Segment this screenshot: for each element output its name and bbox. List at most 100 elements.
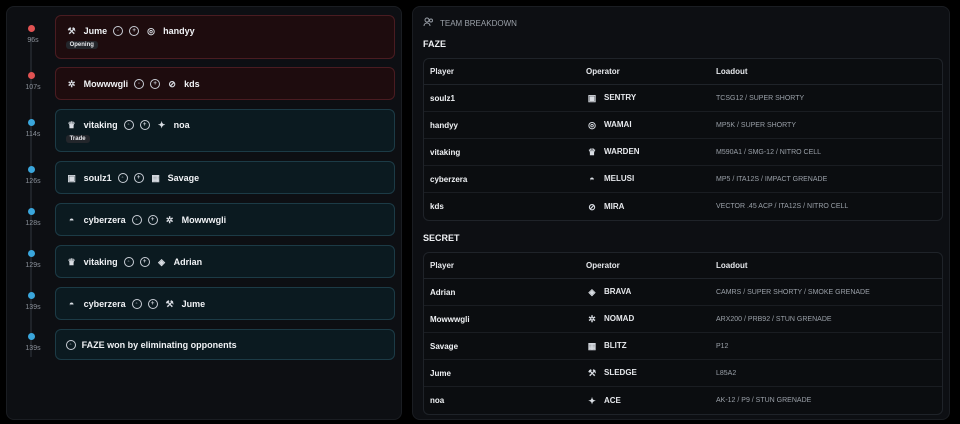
- kill-row: ⚒ Jume ◦ + ◎ handyy: [66, 25, 384, 37]
- timeline-event: 139s ◓ cyberzera ◦ + ⚒ Jume: [13, 287, 395, 320]
- operator-cell: ♛ WARDEN: [580, 139, 710, 166]
- killer-name: vitaking: [83, 119, 118, 130]
- column-header-loadout: Loadout: [710, 253, 942, 279]
- loadout-cell: AK-12 / P9 / STUN GRENADE: [716, 397, 812, 404]
- operator-cell: ◓ MELUSI: [580, 166, 710, 193]
- ace-icon: ✦: [157, 119, 166, 130]
- event-time-marker: 96s: [13, 15, 49, 59]
- loadout-cell: TCSG12 / SUPER SHORTY: [710, 85, 942, 112]
- column-header-operator: Operator: [580, 59, 710, 85]
- result-row: ◦ FAZE won by eliminating opponents: [65, 339, 384, 350]
- operator-cell: ✲ NOMAD: [580, 306, 710, 333]
- event-time: 139s: [25, 344, 41, 352]
- wamai-icon: ◎: [147, 26, 156, 36]
- table-row[interactable]: soulz1 ▣ SENTRY TCSG12 / SUPER SHORTY: [424, 85, 942, 112]
- operator-cell: ▦ BLITZ: [580, 333, 710, 360]
- operator-name: SENTRY: [604, 93, 637, 103]
- player-cell: cyberzera: [424, 166, 580, 193]
- timeline-event: 96s ⚒ Jume ◦ + ◎ handyy Opening: [13, 15, 395, 59]
- event-tag: Opening: [65, 41, 98, 49]
- victim-name: Savage: [167, 172, 200, 183]
- table-row[interactable]: Jume ⚒ SLEDGE L85A2: [424, 360, 942, 387]
- operator-name: BRAVA: [604, 287, 632, 297]
- operator-cell: ⚒ SLEDGE: [580, 360, 710, 387]
- operator-name: SLEDGE: [604, 368, 637, 378]
- blitz-icon: ▦: [587, 341, 597, 351]
- table-row[interactable]: Adrian ◈ BRAVA CAMRS / SUPER SHORTY / SMOKE…: [424, 279, 942, 306]
- mira-icon: ⊘: [168, 78, 176, 89]
- melusi-icon: ◓: [68, 214, 75, 225]
- operator-name: ACE: [604, 395, 621, 405]
- column-header-operator: Operator: [580, 253, 710, 279]
- killer-name: cyberzera: [83, 214, 126, 225]
- player-cell: kds: [430, 202, 444, 211]
- breakdown-header: TEAM BREAKDOWN: [423, 17, 939, 29]
- table-row[interactable]: kds ⊘ MIRA VECTOR .45 ACP / ITA12S / NITRO …: [424, 193, 942, 220]
- kill-row: ✲ Mowwwgli ◦ + ⊘ kds: [66, 78, 384, 90]
- player-cell: vitaking: [424, 139, 580, 166]
- operator-name: WARDEN: [604, 147, 640, 157]
- shield-icon: ◦: [65, 339, 76, 350]
- kill-event-card[interactable]: ⚒ Jume ◦ + ◎ handyy Opening: [54, 15, 395, 59]
- kill-event-card[interactable]: ♛ vitaking ◦ + ✦ noa Trade: [54, 109, 395, 152]
- sledge-icon: ⚒: [67, 26, 76, 36]
- event-time: 107s: [25, 83, 41, 91]
- table-row[interactable]: noa ✦ ACE AK-12 / P9 / STUN GRENADE: [424, 387, 942, 414]
- kill-row: ◓ cyberzera ◦ + ⚒ Jume: [66, 298, 384, 310]
- table-row[interactable]: vitaking ♛ WARDEN M590A1 / SMG-12 / NITRO C…: [424, 139, 942, 166]
- loadout-cell: ARX200 / PRB92 / STUN GRENADE: [710, 306, 942, 333]
- kill-event-card[interactable]: ✲ Mowwwgli ◦ + ⊘ kds: [54, 67, 395, 100]
- headshot-icon: ◦: [131, 298, 142, 309]
- headshot-icon: ◦: [123, 256, 134, 267]
- event-time-marker: 114s: [13, 109, 49, 152]
- team-name: FAZE: [423, 39, 447, 49]
- nomad-icon: ✲: [165, 214, 174, 225]
- sentry-icon: ▣: [67, 172, 76, 183]
- player-cell: noa: [430, 396, 445, 405]
- loadout-cell: MP5K / SUPER SHORTY: [710, 112, 942, 139]
- table-header-row: Player Operator Loadout: [424, 59, 942, 85]
- table-row[interactable]: handyy ◎ WAMAI MP5K / SUPER SHORTY: [424, 112, 942, 139]
- teams-container: FAZE Player Operator Loadout soulz1 ▣ SENTRY TC…: [423, 39, 943, 415]
- kill-event-card[interactable]: ♛ vitaking ◦ + ◈ Adrian: [54, 245, 395, 278]
- kill-event-card[interactable]: ◓ cyberzera ◦ + ✲ Mowwwgli: [54, 203, 395, 236]
- operator-cell: ◈ BRAVA: [580, 279, 710, 306]
- timeline-event: 129s ♛ vitaking ◦ + ◈ Adrian: [13, 245, 395, 278]
- crosshair-icon: +: [139, 256, 150, 267]
- ace-icon: ✦: [588, 395, 596, 406]
- mira-icon: ⊘: [588, 201, 596, 212]
- team-breakdown-panel: TEAM BREAKDOWN FAZE Player Operator Loadout…: [412, 6, 950, 420]
- team-name: SECRET: [423, 233, 460, 243]
- event-time: 126s: [25, 177, 41, 185]
- kill-event-card[interactable]: ▣ soulz1 ◦ + ▦ Savage: [54, 161, 395, 194]
- kill-event-card[interactable]: ◓ cyberzera ◦ + ⚒ Jume: [54, 287, 395, 320]
- nomad-icon: ✲: [588, 314, 596, 324]
- event-time-marker: 128s: [13, 203, 49, 236]
- headshot-icon: ◦: [131, 214, 142, 225]
- player-cell: handyy: [424, 112, 580, 139]
- table-row[interactable]: Mowwwgli ✲ NOMAD ARX200 / PRB92 / STUN GREN…: [424, 306, 942, 333]
- headshot-icon: ◦: [134, 78, 145, 89]
- table-row[interactable]: cyberzera ◓ MELUSI MP5 / ITA12S / IMPACT GR…: [424, 166, 942, 193]
- event-time-marker: 107s: [13, 67, 49, 100]
- warden-icon: ♛: [67, 119, 76, 130]
- event-time: 114s: [25, 130, 41, 138]
- table-row[interactable]: Savage ▦ BLITZ P12: [424, 333, 942, 360]
- event-time: 128s: [25, 219, 41, 227]
- killer-name: Jume: [83, 26, 108, 36]
- victim-name: kds: [184, 78, 200, 89]
- victim-name: Mowwwgli: [181, 214, 227, 225]
- kill-row: ♛ vitaking ◦ + ◈ Adrian: [66, 256, 384, 268]
- crosshair-icon: +: [133, 172, 144, 183]
- killer-name: soulz1: [83, 172, 112, 183]
- loadout-cell: VECTOR .45 ACP / ITA12S / NITRO CELL: [716, 203, 849, 210]
- victim-name: handyy: [163, 26, 195, 36]
- operator-cell: ▣ SENTRY: [580, 85, 710, 112]
- killer-name: vitaking: [83, 256, 118, 267]
- killer-name: cyberzera: [83, 298, 126, 309]
- sentry-icon: ▣: [587, 93, 597, 103]
- kill-row: ▣ soulz1 ◦ + ▦ Savage: [66, 172, 384, 184]
- player-cell: Savage: [424, 333, 580, 360]
- event-time-marker: 139s: [13, 329, 49, 360]
- headshot-icon: ◦: [113, 26, 124, 36]
